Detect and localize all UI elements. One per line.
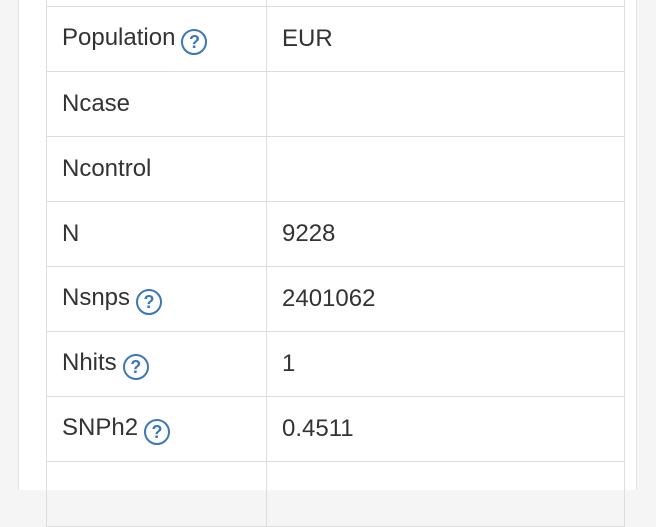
row-label-cell: Nhits? (46, 331, 267, 397)
row-label (46, 461, 267, 527)
help-icon-population[interactable]: ? (181, 28, 208, 55)
row-label-cell: SNPh2? (46, 396, 267, 462)
row-label-cell: Nsnps? (46, 266, 267, 332)
row-value-nhits: 1 (266, 331, 625, 397)
row-value-population: EUR (266, 6, 625, 72)
row-value-n: 9228 (266, 201, 625, 267)
table-row: Population? EUR (46, 6, 625, 72)
row-label-ncase: Ncase (46, 71, 267, 137)
row-value-ncase (266, 71, 625, 137)
row-label-ncontrol: Ncontrol (46, 136, 267, 202)
row-value-nsnps: 2401062 (266, 266, 625, 332)
row-label-snph2: SNPh2 (62, 413, 139, 441)
gwas-info-table: Population? EUR Ncase Ncontrol N 9228 Ns… (46, 0, 625, 527)
row-label-nsnps: Nsnps (62, 283, 131, 311)
row-label-population: Population (62, 23, 176, 51)
table-row: Nsnps? 2401062 (46, 266, 625, 332)
row-value-snph2: 0.4511 (266, 396, 625, 462)
table-row: N 9228 (46, 201, 625, 267)
table-row: Ncase (46, 71, 625, 137)
help-icon-nsnps[interactable]: ? (136, 288, 163, 315)
row-label-nhits: Nhits (62, 348, 117, 376)
table-row (46, 461, 625, 527)
row-value-ncontrol (266, 136, 625, 202)
row-label-n: N (46, 201, 267, 267)
help-icon-nhits[interactable]: ? (122, 353, 149, 380)
help-icon-snph2[interactable]: ? (144, 418, 171, 445)
row-value (266, 461, 625, 527)
table-row: SNPh2? 0.4511 (46, 396, 625, 462)
content-panel: Population? EUR Ncase Ncontrol N 9228 Ns… (18, 0, 637, 527)
row-label-cell: Population? (46, 6, 267, 72)
table-row: Nhits? 1 (46, 331, 625, 397)
table-row: Ncontrol (46, 136, 625, 202)
